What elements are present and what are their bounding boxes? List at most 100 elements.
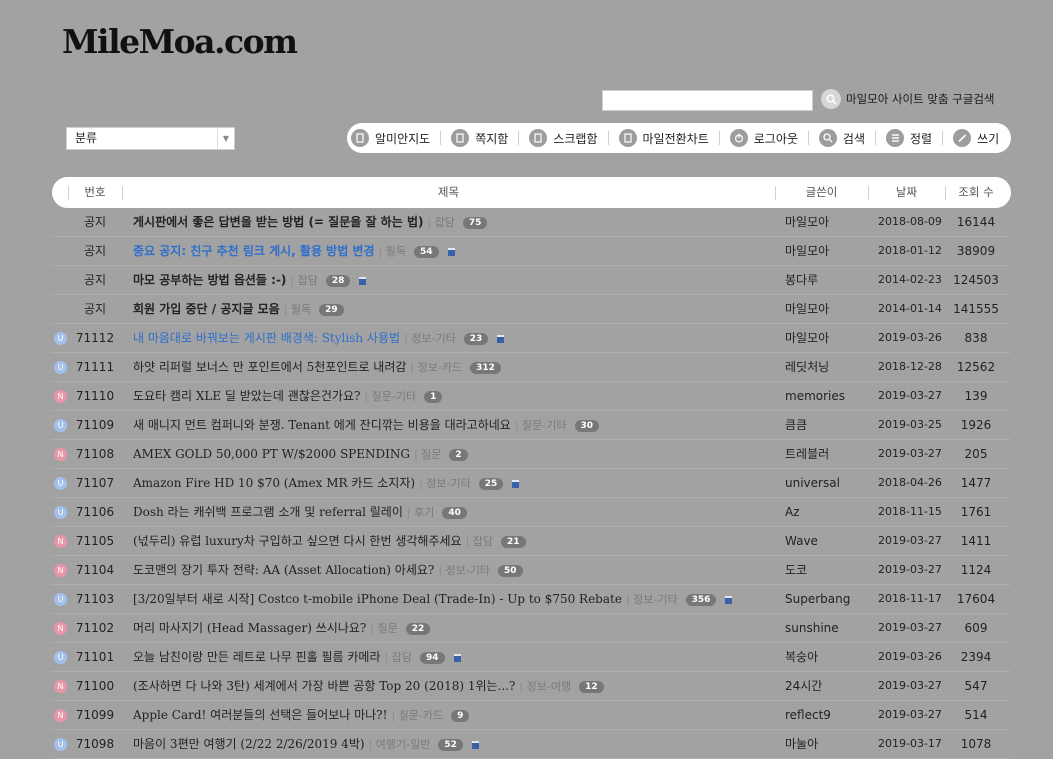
category-select[interactable]: 분류 ▼ (66, 127, 235, 150)
post-author[interactable]: 마일모아 (785, 295, 875, 323)
post-author[interactable]: Wave (785, 527, 875, 555)
post-title-link[interactable]: 내 마음대로 바꿔보는 게시판 배경색: Stylish 사용법 (133, 331, 400, 345)
post-views: 17604 (956, 592, 996, 606)
table-row: N 71100 (조사하면 다 나와 3탄) 세계에서 가장 바쁜 공항 Top 2… (52, 672, 1009, 701)
badge-cell (54, 208, 68, 236)
post-author[interactable]: 마일모아 (785, 208, 875, 236)
post-author[interactable]: 마일모아 (785, 324, 875, 352)
badge-cell: N (54, 382, 68, 410)
post-number: 71100 (75, 679, 115, 693)
post-author[interactable]: Superbang (785, 585, 875, 613)
post-number: 71110 (75, 389, 115, 403)
header-views[interactable]: 조회 수 (945, 177, 1007, 208)
comment-count-badge: 2 (449, 448, 468, 461)
post-date: 2019-03-25 (878, 418, 942, 431)
post-title-link[interactable]: [3/20일부터 새로 시작] Costco t-mobile iPhone D… (133, 592, 622, 606)
post-number: 71103 (75, 592, 115, 606)
post-author[interactable]: reflect9 (785, 701, 875, 729)
post-number: 공지 (83, 244, 107, 258)
post-title-link[interactable]: 머리 마사지기 (Head Massager) 쓰시나요? (133, 621, 366, 635)
post-views: 547 (964, 679, 988, 693)
title-cell: 오늘 남친이랑 만든 레트로 나무 핀홀 필름 카메라 잡담 94 (133, 643, 833, 671)
post-title-link[interactable]: Dosh 라는 캐쉬백 프로그램 소개 및 referral 릴레이 (133, 505, 403, 519)
post-author[interactable]: 24시간 (785, 672, 875, 700)
image-attachment-icon (453, 653, 461, 662)
header-no[interactable]: 번호 (68, 177, 122, 208)
toolbar-pencil-button[interactable]: 쓰기 (953, 129, 999, 147)
post-views: 38909 (956, 244, 996, 258)
google-search-input[interactable] (602, 90, 813, 111)
post-author[interactable]: universal (785, 469, 875, 497)
post-date: 2014-01-14 (878, 302, 942, 315)
header-author[interactable]: 글쓴이 (775, 177, 868, 208)
badge-cell: N (54, 440, 68, 468)
toolbar-search-button[interactable]: 검색 (818, 129, 865, 147)
post-title-link[interactable]: Apple Card! 여러분들의 선택은 들어보나 마나?! (133, 708, 387, 722)
post-author[interactable]: 트레블러 (785, 440, 875, 468)
post-title-link[interactable]: 오늘 남친이랑 만든 레트로 나무 핀홀 필름 카메라 (133, 650, 381, 664)
image-attachment-icon (497, 334, 505, 343)
post-title-link[interactable]: AMEX GOLD 50,000 PT W/$2000 SPENDING (133, 447, 410, 461)
comment-count-badge: 312 (470, 361, 501, 374)
post-title-link[interactable]: 중요 공지: 친구 추천 링크 게시, 활용 방법 변경 (133, 244, 375, 258)
new-badge: N (54, 448, 67, 461)
post-author[interactable]: 봉다루 (785, 266, 875, 294)
post-title-link[interactable]: Amazon Fire HD 10 $70 (Amex MR 카드 소지자) (133, 476, 415, 490)
post-date: 2019-03-26 (878, 650, 942, 663)
toolbar-list-button[interactable]: 정렬 (886, 129, 932, 147)
post-author[interactable]: Az (785, 498, 875, 526)
title-cell: 하얏 리퍼럴 보너스 만 포인트에서 5천포인트로 내려감 정보-카드 312 (133, 353, 833, 381)
post-category: 필독 (379, 245, 406, 258)
table-row: 공지 마모 공부하는 방법 옵션들 :-) 잡담 28 봉다루2014-02-23 124… (52, 266, 1009, 295)
comment-count-badge: 50 (498, 564, 523, 577)
post-category: 질문-카드 (391, 709, 443, 722)
post-author[interactable]: 도코 (785, 556, 875, 584)
table-row: N 71110 도요타 캠리 XLE 딜 받았는데 괜찮은건가요? 질문-기타 1 mem… (52, 382, 1009, 411)
post-title-link[interactable]: 마모 공부하는 방법 옵션들 :-) (133, 273, 286, 287)
post-category: 정보-기타 (419, 477, 471, 490)
post-title-link[interactable]: 하얏 리퍼럴 보너스 만 포인트에서 5천포인트로 내려감 (133, 360, 406, 374)
toolbar-label: 쪽지함 (475, 131, 509, 146)
post-category: 정보-카드 (410, 361, 462, 374)
post-author[interactable]: memories (785, 382, 875, 410)
image-attachment-icon (471, 740, 479, 749)
scrap-icon (529, 129, 548, 147)
post-title-link[interactable]: (넋두리) 유럽 luxury차 구입하고 싶으면 다시 한번 생각해주세요 (133, 534, 462, 548)
post-title-link[interactable]: (조사하면 다 나와 3탄) 세계에서 가장 바쁜 공항 Top 20 (201… (133, 679, 515, 693)
post-author[interactable]: 복숭아 (785, 643, 875, 671)
post-title-link[interactable]: 회원 가입 중단 / 공지글 모음 (133, 302, 280, 316)
post-category: 질문-기타 (515, 419, 567, 432)
search-button[interactable] (821, 89, 841, 109)
header-date[interactable]: 날짜 (868, 177, 945, 208)
post-date: 2019-03-27 (878, 447, 942, 460)
post-title-link[interactable]: 새 매니지 먼트 컴퍼니와 분쟁. Tenant 에게 잔디깎는 비용을 대라고… (133, 418, 511, 432)
post-title-link[interactable]: 도요타 캠리 XLE 딜 받았는데 괜찮은건가요? (133, 389, 360, 403)
new-badge: N (54, 622, 67, 635)
list-icon (886, 129, 905, 147)
comment-count-badge: 21 (501, 535, 526, 548)
toolbar-scrap-button[interactable]: 스크랩함 (529, 129, 598, 147)
post-author[interactable]: sunshine (785, 614, 875, 642)
site-logo[interactable]: MileMoa.com (62, 22, 298, 61)
post-title-link[interactable]: 마음이 3편만 여행기 (2/22 2/26/2019 4박) (133, 737, 365, 751)
badge-cell: U (54, 469, 68, 497)
post-number: 71099 (75, 708, 115, 722)
post-title-link[interactable]: 도코맨의 장기 투자 전략: AA (Asset Allocation) 아세요… (133, 563, 434, 577)
toolbar-map-button[interactable]: 알미안지도 (351, 129, 430, 147)
post-date: 2019-03-27 (878, 708, 942, 721)
post-author[interactable]: 마눌아 (785, 730, 875, 758)
badge-cell: N (54, 527, 68, 555)
post-views: 1477 (960, 476, 992, 490)
post-author[interactable]: 마일모아 (785, 237, 875, 265)
header-title[interactable]: 제목 (122, 177, 775, 208)
post-author[interactable]: 레딧처닝 (785, 353, 875, 381)
badge-cell: U (54, 324, 68, 352)
post-author[interactable]: 큼큼 (785, 411, 875, 439)
toolbar-separator (607, 131, 609, 145)
badge-cell (54, 237, 68, 265)
toolbar-message-button[interactable]: 쪽지함 (451, 129, 508, 147)
toolbar-power-button[interactable]: 로그아웃 (729, 129, 798, 147)
badge-cell: U (54, 411, 68, 439)
toolbar-chart-button[interactable]: 마일전환차트 (618, 129, 709, 147)
post-title-link[interactable]: 게시판에서 좋은 답변을 받는 방법 (= 질문을 잘 하는 법) (133, 215, 423, 229)
